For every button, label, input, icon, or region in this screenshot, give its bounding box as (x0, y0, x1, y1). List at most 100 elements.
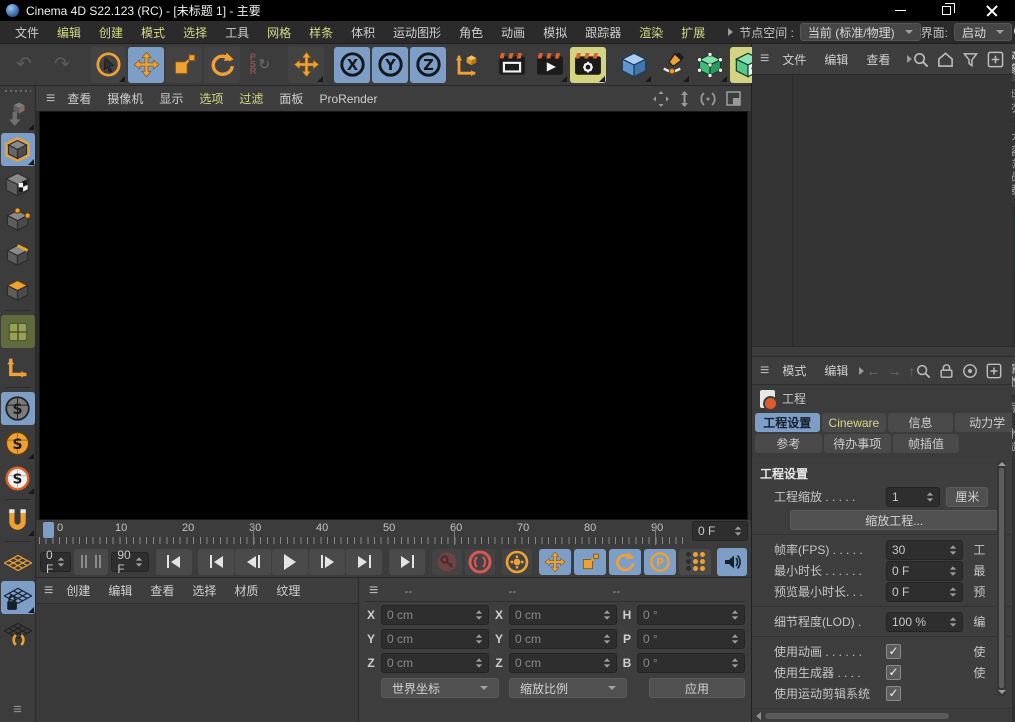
playback-sound-button[interactable] (717, 547, 748, 576)
use-animation-checkbox[interactable]: ✓ (886, 644, 901, 659)
axis-mode-button[interactable] (1, 350, 35, 383)
preview-min-time-field[interactable]: 0 F (886, 581, 964, 602)
record-keyframe-button[interactable] (432, 548, 463, 575)
spinner-arrows-icon[interactable] (730, 526, 742, 536)
filter-icon[interactable] (962, 51, 979, 68)
rot-p-field[interactable]: 0 ° (637, 628, 745, 649)
viewport-menu-icon[interactable]: ≡ (46, 90, 55, 107)
rotate-tool-button[interactable] (204, 46, 240, 83)
timeline-ruler[interactable]: 0 10 20 30 40 50 60 70 80 90 (39, 521, 688, 545)
key-parameter-toggle[interactable]: P (644, 548, 677, 575)
prev-frame-button[interactable] (235, 548, 272, 575)
size-z-field[interactable]: 0 cm (509, 652, 617, 673)
vp-menu-display[interactable]: 显示 (151, 90, 191, 107)
pos-x-field[interactable]: 0 cm (381, 604, 489, 625)
tab-info[interactable]: 信息 (888, 413, 953, 432)
tab-dynamics[interactable]: 动力学 (954, 413, 1015, 432)
scroll-down-icon[interactable] (997, 690, 1006, 694)
keyframe-selection-button[interactable] (502, 548, 533, 575)
rotate-view-icon[interactable] (700, 91, 716, 107)
key-pla-toggle[interactable] (679, 548, 712, 575)
quantize-button[interactable]: S (1, 462, 35, 495)
menu-extensions[interactable]: 扩展 (672, 24, 714, 41)
min-time-field[interactable]: 0 F (886, 560, 964, 581)
play-button[interactable] (272, 548, 309, 575)
mm-menu-create[interactable]: 创建 (57, 582, 99, 599)
menu-simulate[interactable]: 模拟 (534, 24, 576, 41)
coordinates-menu-icon[interactable]: ≡ (369, 582, 378, 599)
panel-splitter[interactable] (752, 346, 1015, 357)
om-menu-edit[interactable]: 编辑 (815, 51, 857, 68)
rot-h-field[interactable]: 0 ° (637, 604, 745, 625)
search-icon[interactable] (915, 363, 931, 379)
goto-prev-key-button[interactable] (198, 548, 235, 575)
last-tool-psr-button[interactable]: P S R ↻ (242, 47, 278, 83)
target-icon[interactable] (962, 363, 978, 379)
menu-animate[interactable]: 动画 (492, 24, 534, 41)
key-scale-toggle[interactable] (574, 548, 607, 575)
object-list-area[interactable] (752, 75, 1015, 346)
goto-end-button[interactable] (389, 548, 426, 575)
menu-render[interactable]: 渲染 (630, 24, 672, 41)
vertical-scrollbar[interactable] (997, 460, 1007, 696)
scale-project-button[interactable]: 缩放工程... (790, 510, 999, 530)
tab-todo[interactable]: 待办事项 (823, 434, 891, 453)
scroll-up-icon[interactable] (997, 462, 1006, 466)
pos-z-field[interactable]: 0 cm (381, 652, 489, 673)
size-x-field[interactable]: 0 cm (509, 604, 617, 625)
points-mode-button[interactable] (1, 203, 35, 236)
key-position-toggle[interactable] (539, 548, 572, 575)
edit-render-settings-button[interactable] (570, 46, 606, 83)
apply-button[interactable]: 应用 (649, 678, 745, 698)
menubar-expand-arrow-icon[interactable] (728, 28, 734, 36)
menu-select[interactable]: 选择 (174, 24, 216, 41)
menu-create[interactable]: 创建 (90, 24, 132, 41)
lock-workplane-button[interactable] (0, 581, 35, 614)
snap-settings-button[interactable]: S (1, 427, 35, 460)
polygons-mode-button[interactable] (1, 273, 35, 306)
menu-edit[interactable]: 编辑 (48, 24, 90, 41)
horizontal-scrollbar[interactable] (752, 710, 1015, 722)
parent-up-icon[interactable]: ↑ (908, 363, 915, 379)
range-start-field[interactable]: 0 F (40, 548, 72, 576)
mm-menu-view[interactable]: 查看 (141, 582, 183, 599)
autokey-button[interactable] (465, 548, 496, 575)
rot-b-field[interactable]: 0 ° (637, 652, 745, 673)
enable-snap-button[interactable]: S (0, 392, 35, 425)
use-motion-system-checkbox[interactable]: ✓ (886, 686, 901, 701)
texture-mode-button[interactable] (1, 168, 35, 201)
am-menu-edit[interactable]: 编辑 (815, 362, 857, 379)
edge-mode-button[interactable] (1, 238, 35, 271)
vp-menu-panel[interactable]: 面板 (271, 90, 311, 107)
key-rotation-toggle[interactable] (609, 548, 642, 575)
menu-volume[interactable]: 体积 (342, 24, 384, 41)
subdivision-surface-button[interactable] (692, 47, 728, 83)
pos-y-field[interactable]: 0 cm (381, 628, 489, 649)
vp-menu-filter[interactable]: 过滤 (231, 90, 271, 107)
model-mode-button[interactable] (0, 133, 35, 166)
tab-project-settings[interactable]: 工程设置 (755, 413, 820, 432)
menu-character[interactable]: 角色 (450, 24, 492, 41)
menu-mograph[interactable]: 运动图形 (384, 24, 450, 41)
am-menu-mode[interactable]: 模式 (773, 362, 815, 379)
range-marker-button[interactable] (74, 548, 109, 575)
restore-button[interactable] (923, 0, 969, 21)
lock-x-axis-button[interactable]: X (334, 46, 370, 83)
menu-tracker[interactable]: 跟踪器 (576, 24, 630, 41)
palette-menu-icon[interactable]: ≡ (13, 701, 22, 718)
lock-y-axis-button[interactable]: Y (372, 46, 408, 83)
project-scale-field[interactable]: 1 (886, 486, 941, 507)
mm-menu-material[interactable]: 材质 (225, 582, 267, 599)
material-list-area[interactable] (36, 604, 358, 722)
coordinate-system-button[interactable] (448, 47, 484, 83)
make-editable-button[interactable] (1, 98, 35, 131)
attribute-menu-icon[interactable]: ≡ (760, 362, 769, 379)
toggle-panel-icon[interactable] (726, 91, 741, 106)
vp-menu-cameras[interactable]: 摄像机 (99, 90, 151, 107)
om-menu-view[interactable]: 查看 (857, 51, 899, 68)
close-button[interactable] (969, 0, 1015, 21)
spline-pen-button[interactable] (654, 47, 690, 83)
workplane-grid-button[interactable] (1, 546, 35, 579)
render-to-picture-viewer-button[interactable] (532, 47, 568, 83)
add-cube-object-button[interactable] (616, 47, 652, 83)
